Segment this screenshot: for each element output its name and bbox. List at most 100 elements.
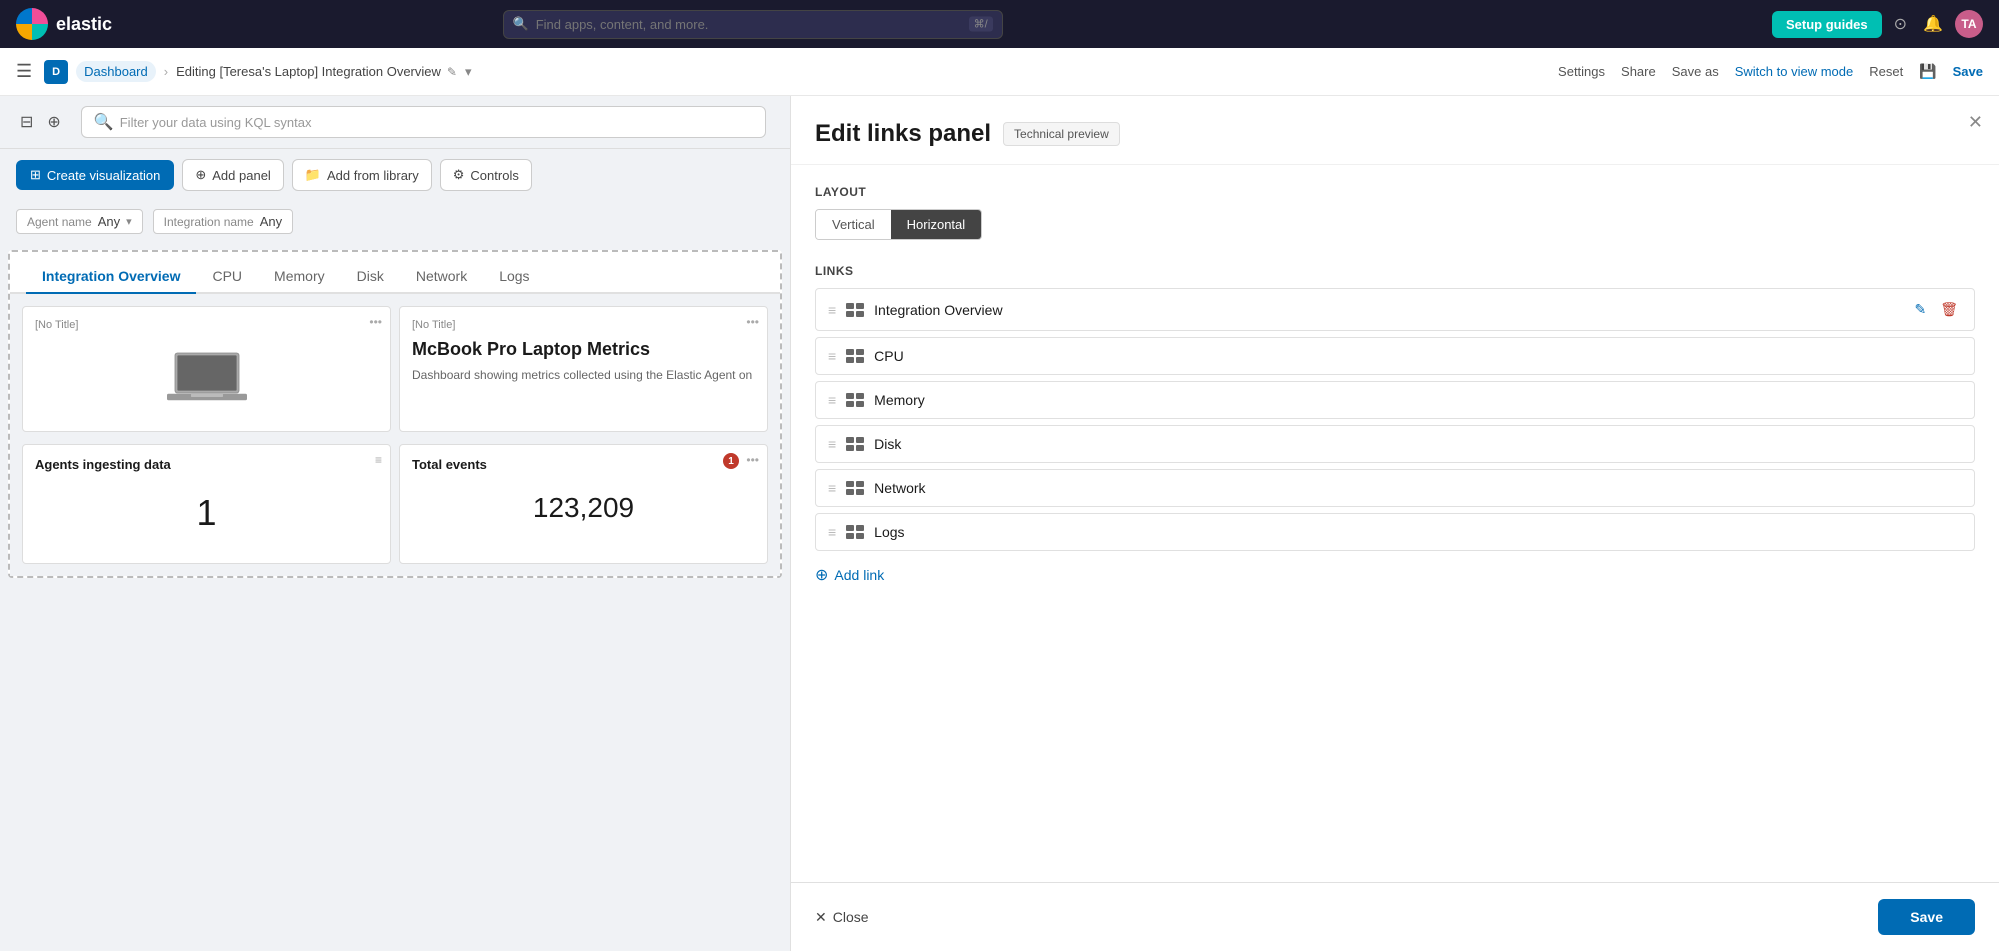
nav-right: Setup guides ⊙ 🔔 TA xyxy=(1772,10,1983,38)
add-panel-icon: ⊕ xyxy=(195,167,206,183)
card-1-menu-icon[interactable]: ••• xyxy=(369,315,382,329)
breadcrumb-edit-icon[interactable]: ✎ xyxy=(447,65,457,79)
add-link-plus-icon: ⊕ xyxy=(815,565,828,585)
total-events-badge: 1 xyxy=(723,453,739,469)
laptop-card: [No Title] ••• xyxy=(22,306,391,432)
panel-save-button[interactable]: Save xyxy=(1878,899,1975,935)
tab-memory[interactable]: Memory xyxy=(258,260,341,294)
drag-handle-1[interactable]: ≡ xyxy=(828,302,836,318)
add-link-button[interactable]: ⊕ Add link xyxy=(815,557,884,593)
tab-logs[interactable]: Logs xyxy=(483,260,545,294)
add-library-icon: 📁 xyxy=(305,167,321,183)
link-label-6: Logs xyxy=(874,524,1962,540)
total-events-card: 1 ••• Total events 123,209 xyxy=(399,444,768,564)
total-events-title: Total events xyxy=(412,457,755,472)
panel-close-button[interactable]: ✕ xyxy=(1968,112,1983,133)
cards-area: [No Title] ••• [No Title] ••• xyxy=(10,294,780,444)
layout-section-label: Layout xyxy=(815,185,1975,199)
breadcrumb: D Dashboard › Editing [Teresa's Laptop] … xyxy=(44,60,471,84)
close-button[interactable]: ✕ Close xyxy=(815,909,869,926)
link-item-disk: ≡ Disk xyxy=(815,425,1975,463)
dashboard-content-panel: Integration Overview CPU Memory Disk Net… xyxy=(8,250,782,578)
agent-name-value: Any xyxy=(98,214,120,229)
controls-button[interactable]: ⚙ Controls xyxy=(440,159,532,191)
dashboard-area: ⊟ ⊕ 🔍 Filter your data using KQL syntax … xyxy=(0,96,790,951)
search-input[interactable] xyxy=(503,10,1003,39)
card-2-menu-icon[interactable]: ••• xyxy=(746,315,759,329)
top-navigation: elastic 🔍 ⌘/ Setup guides ⊙ 🔔 TA xyxy=(0,0,1999,48)
add-library-label: Add from library xyxy=(327,168,419,183)
reset-button[interactable]: Reset xyxy=(1869,64,1903,79)
drag-handle-6[interactable]: ≡ xyxy=(828,524,836,540)
filter-bar[interactable]: 🔍 Filter your data using KQL syntax xyxy=(81,106,766,138)
tab-navigation: Integration Overview CPU Memory Disk Net… xyxy=(10,252,780,294)
panel-content: Layout Vertical Horizontal Links ≡ Integ… xyxy=(791,165,1999,882)
integration-name-filter[interactable]: Integration name Any xyxy=(153,209,293,234)
switch-view-button[interactable]: Switch to view mode xyxy=(1735,64,1854,79)
card-heading: McBook Pro Laptop Metrics xyxy=(412,339,755,360)
link-1-edit-button[interactable]: ✎ xyxy=(1910,299,1930,320)
hamburger-icon[interactable]: ☰ xyxy=(16,61,32,82)
add-library-button[interactable]: 📁 Add from library xyxy=(292,159,432,191)
integration-name-label: Integration name xyxy=(164,215,254,229)
drag-handle-5[interactable]: ≡ xyxy=(828,480,836,496)
agents-card-menu-icon[interactable]: ≡ xyxy=(375,453,382,467)
add-link-label: Add link xyxy=(834,567,884,583)
link-item-memory: ≡ Memory xyxy=(815,381,1975,419)
create-visualization-button[interactable]: ⊞ Create visualization xyxy=(16,160,174,190)
save-icon-button[interactable]: 💾 xyxy=(1919,63,1936,80)
search-shortcut: ⌘/ xyxy=(969,17,993,32)
share-button[interactable]: Share xyxy=(1621,64,1656,79)
toolbar-add-button[interactable]: ⊕ xyxy=(43,108,64,136)
tab-disk[interactable]: Disk xyxy=(341,260,400,294)
panel-title: Edit links panel xyxy=(815,120,991,148)
link-label-3: Memory xyxy=(874,392,1962,408)
create-viz-label: Create visualization xyxy=(47,168,160,183)
save-button[interactable]: Save xyxy=(1953,64,1983,79)
tab-cpu[interactable]: CPU xyxy=(196,260,258,294)
total-events-menu-icon[interactable]: ••• xyxy=(746,453,759,467)
tab-network[interactable]: Network xyxy=(400,260,483,294)
card-desc: Dashboard showing metrics collected usin… xyxy=(412,368,755,382)
card-no-title-2: [No Title] xyxy=(412,319,755,331)
link-dashboard-icon-1 xyxy=(846,303,864,317)
filter-placeholder-text: Filter your data using KQL syntax xyxy=(120,115,312,130)
link-label-1: Integration Overview xyxy=(874,302,1900,318)
dashboard-actions: ⊞ Create visualization ⊕ Add panel 📁 Add… xyxy=(0,149,790,201)
agent-name-filter[interactable]: Agent name Any ▾ xyxy=(16,209,143,234)
laptop-svg xyxy=(167,349,247,409)
close-label: Close xyxy=(833,909,869,925)
drag-handle-3[interactable]: ≡ xyxy=(828,392,836,408)
layout-vertical-button[interactable]: Vertical xyxy=(816,210,891,239)
save-as-button[interactable]: Save as xyxy=(1672,64,1719,79)
breadcrumb-dashboard-link[interactable]: Dashboard xyxy=(76,61,156,82)
breadcrumb-chevron-icon[interactable]: ▾ xyxy=(465,64,472,80)
tab-integration-overview[interactable]: Integration Overview xyxy=(26,260,196,294)
search-icon: 🔍 xyxy=(513,16,529,32)
controls-icon: ⚙ xyxy=(453,167,465,183)
toolbar-left: ⊟ ⊕ xyxy=(16,108,65,136)
panel-header: Edit links panel Technical preview ✕ xyxy=(791,96,1999,165)
agents-number: 1 xyxy=(35,492,378,534)
panel-footer: ✕ Close Save xyxy=(791,882,1999,951)
settings-button[interactable]: Settings xyxy=(1558,64,1605,79)
setup-guides-button[interactable]: Setup guides xyxy=(1772,11,1882,38)
help-icon[interactable]: ⊙ xyxy=(1890,10,1911,38)
dashboard-toolbar: ⊟ ⊕ 🔍 Filter your data using KQL syntax xyxy=(0,96,790,149)
avatar[interactable]: TA xyxy=(1955,10,1983,38)
controls-label: Controls xyxy=(470,168,518,183)
main-layout: ⊟ ⊕ 🔍 Filter your data using KQL syntax … xyxy=(0,96,1999,951)
filter-row: Agent name Any ▾ Integration name Any xyxy=(0,201,790,242)
link-1-delete-button[interactable]: 🗑 xyxy=(1936,299,1962,320)
links-section-label: Links xyxy=(815,264,1975,278)
drag-handle-4[interactable]: ≡ xyxy=(828,436,836,452)
link-dashboard-icon-3 xyxy=(846,393,864,407)
search-bar: 🔍 ⌘/ xyxy=(503,10,1003,39)
link-dashboard-icon-2 xyxy=(846,349,864,363)
breadcrumb-separator: › xyxy=(164,64,168,79)
add-panel-button[interactable]: ⊕ Add panel xyxy=(182,159,283,191)
toolbar-collapse-button[interactable]: ⊟ xyxy=(16,108,37,136)
drag-handle-2[interactable]: ≡ xyxy=(828,348,836,364)
notifications-icon[interactable]: 🔔 xyxy=(1919,10,1947,38)
layout-horizontal-button[interactable]: Horizontal xyxy=(891,210,982,239)
